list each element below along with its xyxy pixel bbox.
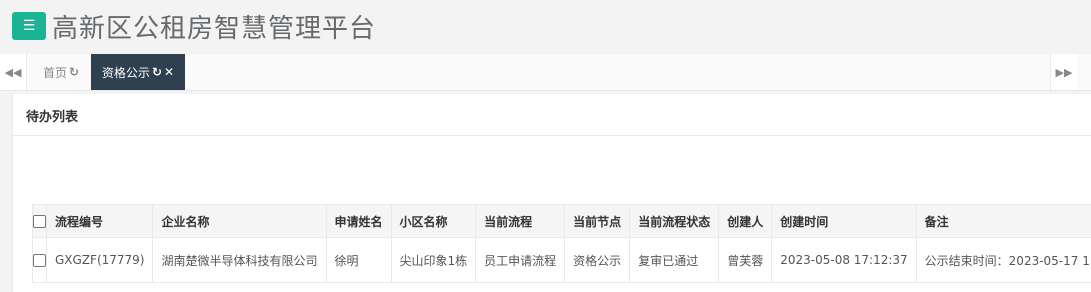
column-header: 当前节点 [564, 204, 631, 238]
table-row[interactable]: GXGZF(17779) 湖南楚微半导体科技有限公司 徐明 尖山印象1栋 员工申… [32, 237, 1091, 283]
select-all-cell[interactable] [32, 204, 47, 238]
tab-home[interactable]: 首页 ↻ [27, 54, 93, 90]
tab-bar: ◀◀ 首页 ↻ 资格公示 ↻ ✕ ▶▶ [0, 54, 1091, 91]
column-header: 备注 [915, 204, 1091, 238]
column-header: 创建时间 [771, 204, 917, 238]
forward-icon[interactable]: ▶▶ [1050, 54, 1077, 90]
tab-home-label: 首页 [43, 65, 68, 80]
hamburger-icon[interactable]: ☰ [12, 12, 46, 40]
table-cell: 徐明 [325, 237, 392, 283]
select-all-checkbox[interactable] [33, 215, 46, 228]
refresh-icon[interactable]: ↻ [69, 65, 79, 79]
row-checkbox[interactable] [33, 254, 46, 267]
column-header: 流程编号 [45, 204, 154, 238]
table-cell: 员工申请流程 [475, 237, 566, 283]
column-header: 申请姓名 [325, 204, 392, 238]
column-header: 当前流程 [475, 204, 566, 238]
table-header-row: 流程编号 企业名称 申请姓名 小区名称 当前流程 当前节点 当前流程状态 创建人… [32, 204, 1091, 238]
top-header: ☰ 高新区公租房智慧管理平台 [0, 0, 1091, 54]
refresh-icon[interactable]: ↻ [152, 65, 162, 79]
table-cell: 曾芙蓉 [718, 237, 773, 283]
column-header: 企业名称 [152, 204, 327, 238]
table-cell: 复审已通过 [629, 237, 720, 283]
todo-panel: 待办列表 流程编号 企业名称 申请姓名 小区名称 当前流程 当前节点 当前流程状… [12, 94, 1091, 292]
table-cell: 湖南楚微半导体科技有限公司 [152, 237, 327, 283]
table-cell: 2023-05-08 17:12:37 [771, 237, 917, 283]
column-header: 小区名称 [390, 204, 477, 238]
panel-title: 待办列表 [26, 110, 79, 125]
divider [13, 135, 1091, 136]
app-title: 高新区公租房智慧管理平台 [52, 14, 377, 44]
table-cell: 尖山印象1栋 [390, 237, 477, 283]
table-cell: 公示结束时间：2023-05-17 15:43:46 [915, 237, 1091, 283]
tab-qualification-notice[interactable]: 资格公示 ↻ ✕ [91, 54, 185, 90]
table-cell: GXGZF(17779) [45, 237, 154, 283]
row-select-cell[interactable] [32, 237, 47, 283]
column-header: 创建人 [718, 204, 773, 238]
table-cell: 资格公示 [564, 237, 631, 283]
todo-table: 流程编号 企业名称 申请姓名 小区名称 当前流程 当前节点 当前流程状态 创建人… [32, 204, 1091, 283]
backward-icon[interactable]: ◀◀ [0, 54, 27, 90]
close-icon[interactable]: ✕ [164, 65, 174, 79]
tab-qualification-label: 资格公示 [101, 65, 150, 80]
column-header: 当前流程状态 [629, 204, 720, 238]
